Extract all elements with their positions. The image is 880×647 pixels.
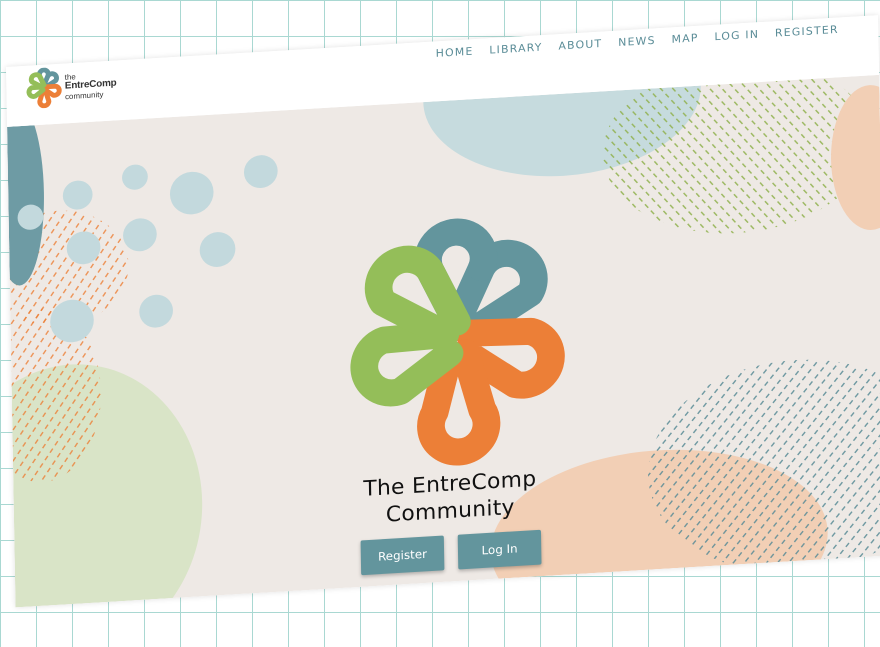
nav-library-link[interactable]: LIBRARY (489, 41, 542, 57)
logo-text-entrecomp: EntreComp (64, 77, 117, 92)
blue-dot (123, 218, 157, 252)
blue-dot (122, 164, 148, 190)
blue-dot (243, 155, 278, 189)
blue-dot (199, 232, 236, 267)
logo-text-community: community (64, 90, 104, 102)
login-button[interactable]: Log In (457, 529, 542, 570)
website: the EntreComp community HOME LIBRARY ABO… (6, 15, 880, 608)
register-button[interactable]: Register (360, 535, 445, 576)
nav-register-link[interactable]: REGISTER (775, 23, 839, 39)
site-logo[interactable]: the EntreComp community (24, 62, 144, 112)
nav-map-link[interactable]: MAP (671, 32, 698, 46)
hero-section: The EntreComp Community Register Log In (7, 74, 880, 608)
nav-home-link[interactable]: HOME (436, 45, 474, 60)
blue-dot (169, 171, 214, 215)
entrecomp-flower-logo-icon (26, 67, 62, 109)
nav-login-link[interactable]: LOG IN (714, 28, 759, 43)
blue-dot (139, 294, 173, 328)
entrecomp-flower-icon (350, 218, 565, 466)
monitor-screen: the EntreComp community HOME LIBRARY ABO… (6, 15, 880, 647)
blue-dot (62, 180, 93, 210)
nav-news-link[interactable]: NEWS (618, 34, 656, 49)
main-nav: HOME LIBRARY ABOUT NEWS MAP LOG IN REGIS… (436, 23, 839, 60)
nav-about-link[interactable]: ABOUT (558, 37, 602, 52)
